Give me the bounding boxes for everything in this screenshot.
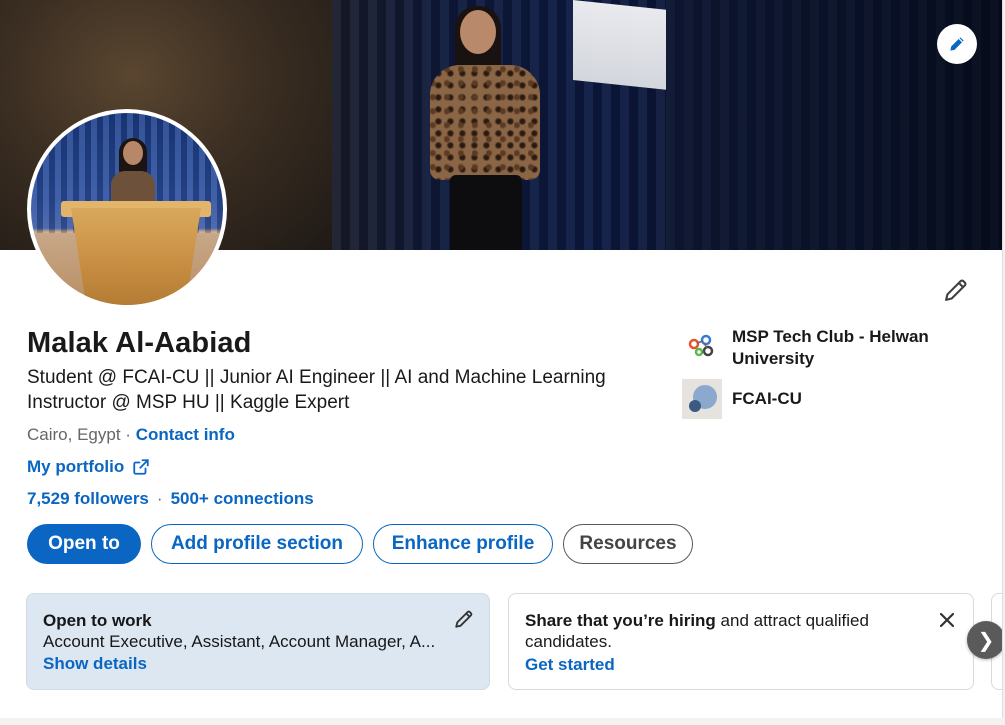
open-to-button[interactable]: Open to (27, 524, 141, 564)
separator-dot: · (156, 489, 163, 508)
banner-projector-screen (573, 0, 666, 90)
pencil-icon (455, 610, 473, 628)
org-fcai-cu[interactable]: FCAI-CU (682, 379, 942, 419)
pencil-icon (950, 37, 964, 51)
profile-name: Malak Al-Aabiad (27, 327, 252, 359)
open-to-work-roles: Account Executive, Assistant, Account Ma… (43, 632, 436, 651)
network-stats: 7,529 followers · 500+ connections (27, 489, 314, 509)
open-to-work-title: Open to work (43, 611, 152, 630)
connections-link[interactable]: 500+ connections (171, 489, 314, 509)
hiring-text: Share that you’re hiring and attract qua… (525, 610, 905, 652)
hiring-text-bold: Share that you’re hiring (525, 611, 716, 630)
edit-banner-button[interactable] (937, 24, 977, 64)
contact-info-link[interactable]: Contact info (136, 425, 235, 444)
add-profile-section-button[interactable]: Add profile section (151, 524, 363, 564)
fcai-logo-icon (682, 379, 722, 419)
separator-dot: · (125, 425, 131, 444)
enhance-profile-button[interactable]: Enhance profile (373, 524, 553, 564)
resources-button[interactable]: Resources (563, 524, 693, 564)
dismiss-hiring-button[interactable] (935, 608, 959, 632)
portfolio-link[interactable]: My portfolio (27, 457, 150, 477)
hiring-card: Share that you’re hiring and attract qua… (508, 593, 974, 690)
org-name: MSP Tech Club - Helwan University (732, 327, 929, 368)
location-text: Cairo, Egypt (27, 425, 121, 444)
banner-speaker-figure (405, 6, 555, 250)
followers-link[interactable]: 7,529 followers (27, 489, 149, 509)
location-line: Cairo, Egypt · Contact info (27, 425, 235, 445)
chevron-right-icon: ❯ (977, 629, 995, 652)
profile-card: Malak Al-Aabiad Student @ FCAI-CU || Jun… (0, 0, 1003, 718)
external-link-icon (133, 459, 149, 475)
pencil-icon (945, 279, 967, 301)
edit-intro-button[interactable] (938, 272, 974, 308)
carousel-next-button[interactable]: ❯ (967, 621, 1002, 659)
edit-open-to-work-button[interactable] (453, 608, 475, 630)
close-icon (939, 612, 955, 628)
show-details-link[interactable]: Show details (43, 653, 473, 675)
profile-headline: Student @ FCAI-CU || Junior AI Engineer … (27, 367, 606, 413)
org-name: FCAI-CU (732, 389, 802, 408)
org-msp-tech-club[interactable]: MSP Tech Club - Helwan University (682, 326, 942, 370)
open-to-work-card: Open to work Account Executive, Assistan… (26, 593, 490, 690)
portfolio-label: My portfolio (27, 457, 125, 476)
get-started-link[interactable]: Get started (525, 653, 957, 677)
msp-logo-icon (682, 326, 722, 366)
profile-photo[interactable] (27, 109, 227, 309)
